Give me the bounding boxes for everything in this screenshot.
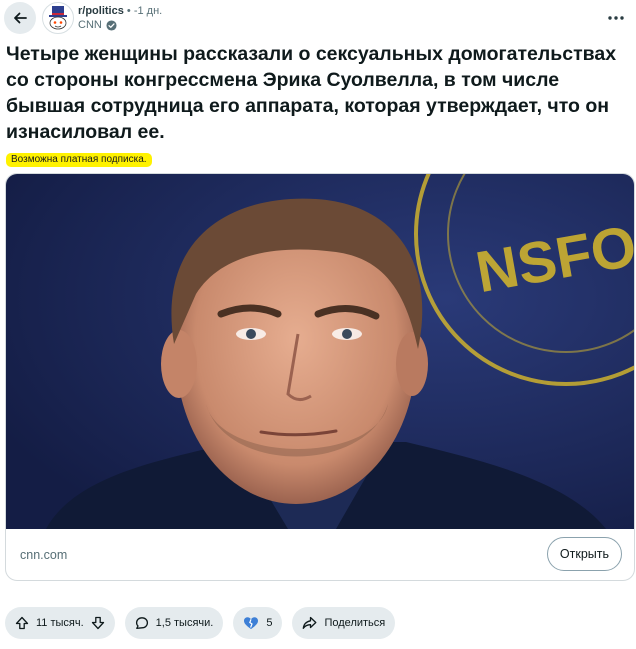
back-arrow-icon [14, 12, 27, 24]
post-title: Четыре женщины рассказали о сексуальных … [6, 43, 617, 143]
post-meta: r/politics • -1 дн. [78, 5, 162, 17]
verified-icon [106, 19, 117, 31]
upvote-icon [15, 616, 29, 630]
open-link-button[interactable]: Открыть [546, 537, 622, 571]
action-bar: 11 тысяч. 1,5 тысячи. 5 Поделиться [5, 607, 396, 639]
subreddit-avatar[interactable] [42, 2, 74, 34]
link-preview-card[interactable]: NSFO cnn.com Открыть [5, 173, 635, 581]
comments-button[interactable]: 1,5 тысячи. [124, 607, 224, 639]
upvote-button[interactable] [15, 616, 29, 630]
share-label: Поделиться [324, 617, 386, 629]
snoo-avatar-icon [49, 6, 67, 30]
post-age: -1 дн. [133, 5, 163, 17]
share-button[interactable]: Поделиться [292, 607, 396, 639]
award-count: 5 [266, 617, 273, 629]
downvote-button[interactable] [91, 616, 105, 630]
comment-icon [135, 617, 148, 629]
award-icon [244, 617, 259, 629]
award-button[interactable]: 5 [233, 607, 283, 639]
vote-count: 11 тысяч. [36, 617, 84, 629]
post-header: r/politics • -1 дн. CNN [0, 0, 636, 38]
article-photo[interactable]: NSFO [6, 174, 634, 529]
more-icon [608, 16, 624, 20]
paywall-notice: Возможна платная подписка. [6, 153, 152, 167]
back-button[interactable] [4, 2, 36, 34]
post-author[interactable]: CNN [78, 19, 102, 31]
author-line: CNN [78, 19, 117, 31]
downvote-icon [91, 616, 104, 630]
more-options-button[interactable] [600, 2, 632, 34]
vote-pill: 11 тысяч. [5, 607, 115, 639]
subreddit-name[interactable]: r/politics [78, 5, 124, 17]
link-domain[interactable]: cnn.com [20, 548, 67, 562]
meta-separator: • [126, 5, 131, 17]
share-icon [303, 616, 317, 629]
comment-count: 1,5 тысячи. [155, 617, 214, 629]
